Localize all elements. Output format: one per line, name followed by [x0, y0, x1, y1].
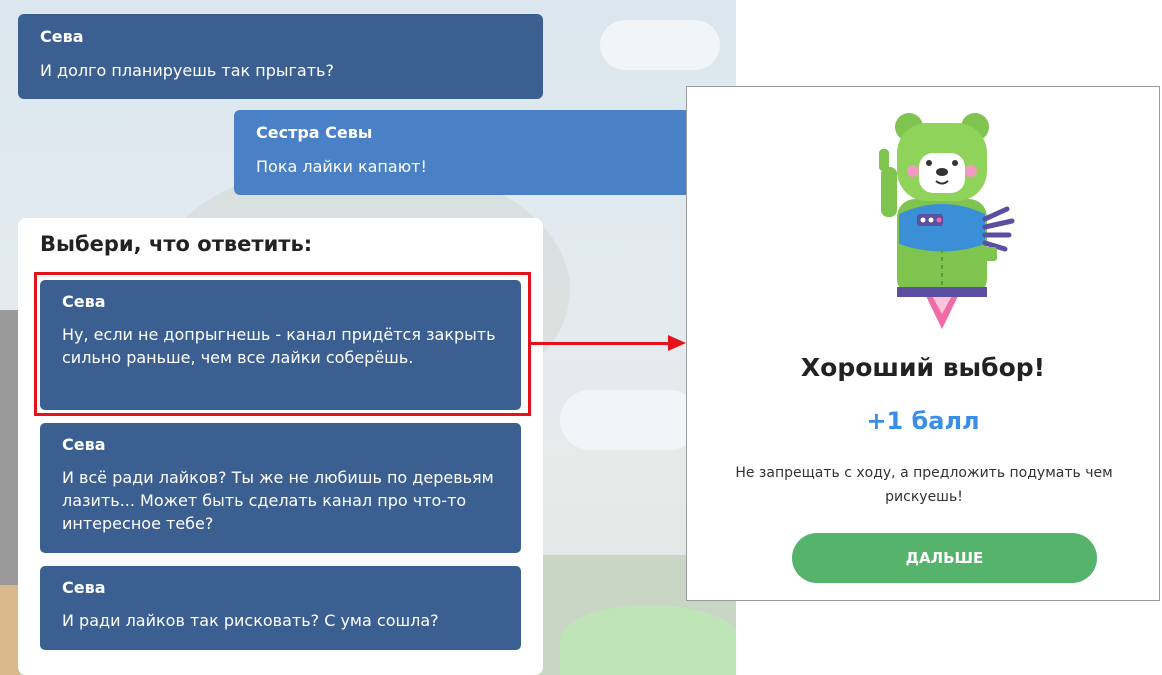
bush: [560, 605, 736, 675]
arrow-right-icon: [668, 335, 686, 351]
post: [0, 310, 18, 590]
message-text: Пока лайки капают!: [256, 157, 427, 176]
chat-message-seva: Сева И долго планируешь так прыгать?: [18, 14, 543, 99]
result-card: Хороший выбор! +1 балл Не запрещать с хо…: [686, 86, 1160, 601]
choice-option-3[interactable]: Сева И ради лайков так рисковать? С ума …: [40, 566, 521, 650]
bear-mascot-icon: [879, 113, 1015, 329]
message-author: Сева: [40, 27, 84, 46]
choice-option-2[interactable]: Сева И всё ради лайков? Ты же не любишь …: [40, 423, 521, 553]
cloud: [560, 390, 700, 450]
result-description: Не запрещать с ходу, а предложить подума…: [735, 465, 1113, 505]
option-text: И ради лайков так рисковать? С ума сошла…: [62, 611, 439, 630]
option-text: И всё ради лайков? Ты же не любишь по де…: [62, 468, 494, 533]
sand: [0, 585, 20, 675]
next-button[interactable]: ДАЛЬШЕ: [792, 533, 1097, 583]
message-text: И долго планируешь так прыгать?: [40, 61, 334, 80]
option-author: Сева: [62, 578, 106, 597]
choice-title: Выбери, что ответить:: [40, 232, 313, 256]
arrow-line: [530, 342, 672, 345]
result-title: Хороший выбор!: [800, 353, 1046, 382]
message-author: Сестра Севы: [256, 123, 373, 142]
selected-option-highlight: [34, 272, 531, 416]
cloud: [600, 20, 720, 70]
points-label: +1 балл: [866, 407, 980, 435]
option-author: Сева: [62, 435, 106, 454]
chat-message-sister: Сестра Севы Пока лайки капают!: [234, 110, 704, 195]
